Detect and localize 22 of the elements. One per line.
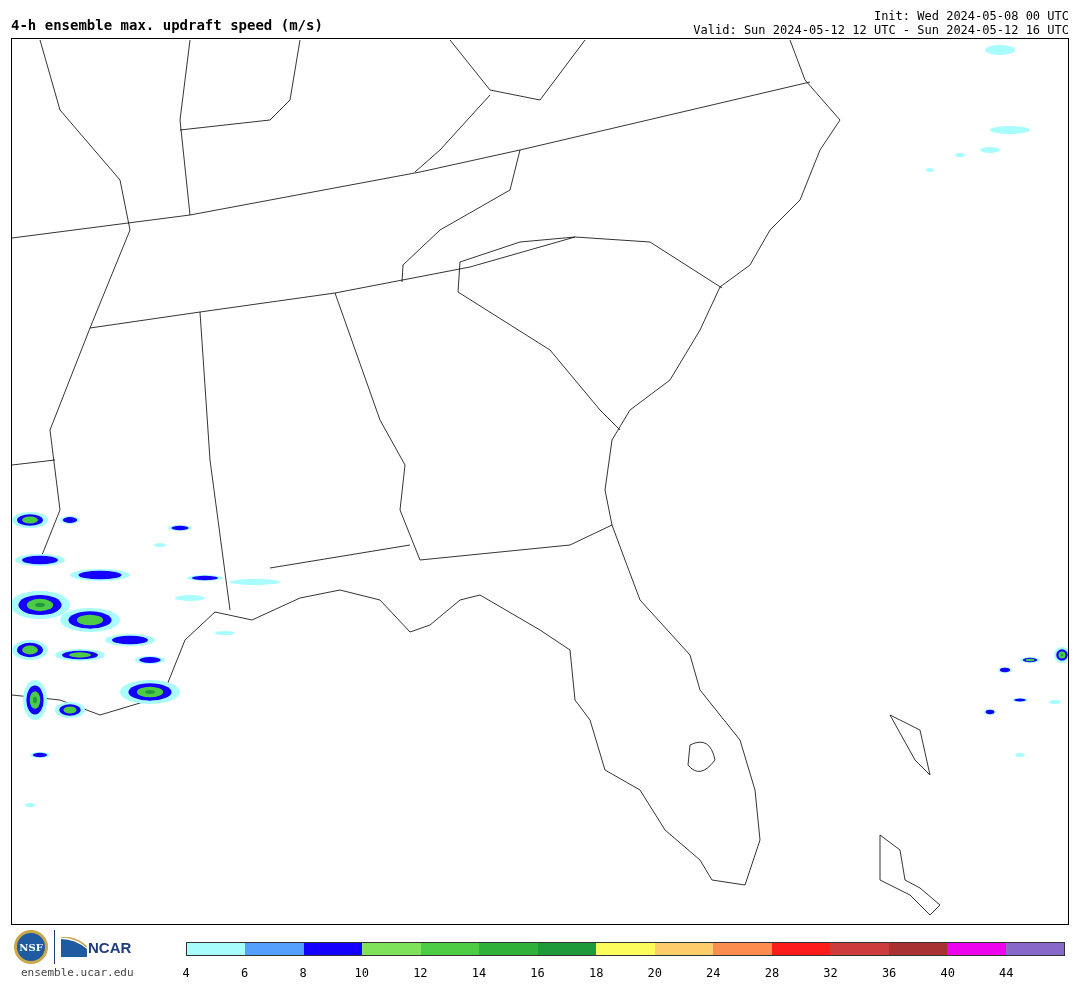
scale-label: 8 <box>299 965 307 980</box>
scale-label: 24 <box>706 965 721 980</box>
nsf-logo: NSF <box>14 930 48 964</box>
scale-label: 14 <box>471 965 487 980</box>
site-url: ensemble.ucar.edu <box>21 966 134 979</box>
scale-label: 36 <box>881 965 897 980</box>
ncar-swoosh-icon <box>61 937 87 957</box>
scale-label: 32 <box>823 965 838 980</box>
chart-title: 4-h ensemble max. updraft speed (m/s) <box>11 17 323 35</box>
scale-label: 16 <box>530 965 545 980</box>
scale-label: 6 <box>241 965 249 980</box>
init-time: Init: Wed 2024-05-08 00 UTC <box>872 9 1069 23</box>
scale-label: 20 <box>647 965 662 980</box>
scale-label: 40 <box>940 965 955 980</box>
scale-label: 12 <box>413 965 428 980</box>
valid-time: Valid: Sun 2024-05-12 12 UTC - Sun 2024-05-12 16 UTC <box>693 23 1069 37</box>
scale-label: 10 <box>354 965 369 980</box>
ncar-logo: NCAR <box>88 938 132 956</box>
scale-label: 28 <box>764 965 780 980</box>
scale-label: 4 <box>182 965 190 980</box>
scale-label: 44 <box>999 965 1014 980</box>
scale-label: 18 <box>588 965 604 980</box>
